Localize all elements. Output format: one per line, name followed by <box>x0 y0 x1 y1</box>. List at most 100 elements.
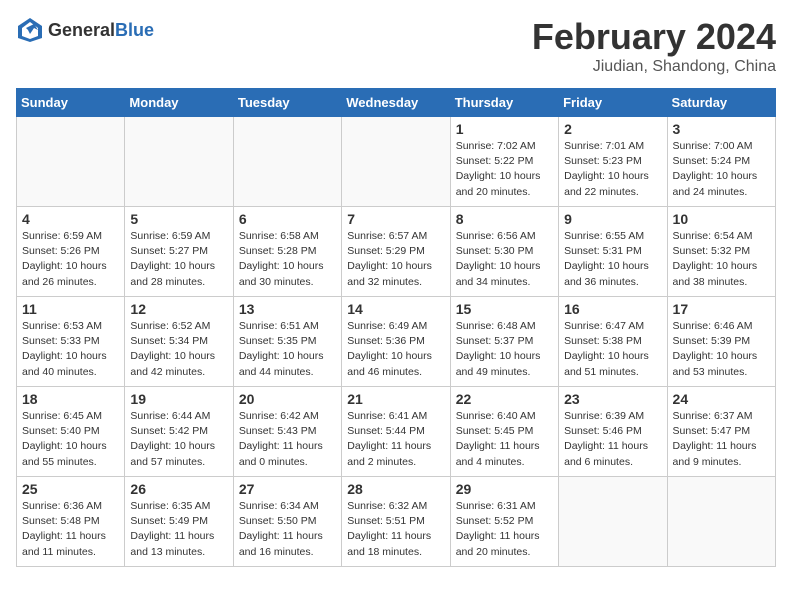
day-info: Sunrise: 6:45 AM Sunset: 5:40 PM Dayligh… <box>22 409 119 470</box>
calendar-cell: 5 Sunrise: 6:59 AM Sunset: 5:27 PM Daylig… <box>125 207 233 297</box>
day-info: Sunrise: 6:56 AM Sunset: 5:30 PM Dayligh… <box>456 229 553 290</box>
calendar-cell: 25Sunrise: 6:36 AM Sunset: 5:48 PM Dayli… <box>17 477 125 567</box>
day-number: 29 <box>456 481 553 497</box>
calendar-cell: 28 Sunrise: 6:32 AM Sunset: 5:51 PM Dayli… <box>342 477 450 567</box>
day-number: 6 <box>239 211 336 227</box>
day-number: 4 <box>22 211 119 227</box>
calendar-cell: 1 Sunrise: 7:02 AM Sunset: 5:22 PM Daylig… <box>450 117 558 207</box>
day-number: 25 <box>22 481 119 497</box>
calendar-cell: 7 Sunrise: 6:57 AM Sunset: 5:29 PM Daylig… <box>342 207 450 297</box>
calendar-cell <box>342 117 450 207</box>
calendar-cell <box>233 117 341 207</box>
day-info: Sunrise: 6:32 AM Sunset: 5:51 PM Dayligh… <box>347 499 444 560</box>
calendar-cell: 20Sunrise: 6:42 AM Sunset: 5:43 PM Dayli… <box>233 387 341 477</box>
calendar-cell: 22 Sunrise: 6:40 AM Sunset: 5:45 PM Dayli… <box>450 387 558 477</box>
calendar-cell <box>17 117 125 207</box>
day-info: Sunrise: 6:55 AM Sunset: 5:31 PM Dayligh… <box>564 229 661 290</box>
calendar-cell <box>667 477 775 567</box>
calendar-cell: 17Sunrise: 6:46 AM Sunset: 5:39 PM Dayli… <box>667 297 775 387</box>
day-number: 13 <box>239 301 336 317</box>
day-number: 8 <box>456 211 553 227</box>
day-number: 16 <box>564 301 661 317</box>
subtitle: Jiudian, Shandong, China <box>532 58 776 76</box>
calendar-cell: 18 Sunrise: 6:45 AM Sunset: 5:40 PM Dayli… <box>17 387 125 477</box>
calendar-cell: 16 Sunrise: 6:47 AM Sunset: 5:38 PM Dayli… <box>559 297 667 387</box>
day-number: 1 <box>456 121 553 137</box>
calendar-cell: 11Sunrise: 6:53 AM Sunset: 5:33 PM Dayli… <box>17 297 125 387</box>
col-saturday: Saturday <box>667 89 775 117</box>
col-thursday: Thursday <box>450 89 558 117</box>
day-number: 22 <box>456 391 553 407</box>
day-info: Sunrise: 7:02 AM Sunset: 5:22 PM Dayligh… <box>456 139 553 200</box>
day-number: 19 <box>130 391 227 407</box>
calendar-cell: 27 Sunrise: 6:34 AM Sunset: 5:50 PM Dayli… <box>233 477 341 567</box>
day-number: 17 <box>673 301 770 317</box>
day-number: 26 <box>130 481 227 497</box>
calendar-cell <box>559 477 667 567</box>
calendar-cell: 13Sunrise: 6:51 AM Sunset: 5:35 PM Dayli… <box>233 297 341 387</box>
title-area: February 2024 Jiudian, Shandong, China <box>532 16 776 76</box>
calendar-cell <box>125 117 233 207</box>
day-number: 27 <box>239 481 336 497</box>
calendar-cell: 26Sunrise: 6:35 AM Sunset: 5:49 PM Dayli… <box>125 477 233 567</box>
calendar-week-2: 4 Sunrise: 6:59 AM Sunset: 5:26 PM Daylig… <box>17 207 776 297</box>
calendar-cell: 15 Sunrise: 6:48 AM Sunset: 5:37 PM Dayli… <box>450 297 558 387</box>
day-info: Sunrise: 6:47 AM Sunset: 5:38 PM Dayligh… <box>564 319 661 380</box>
day-info: Sunrise: 6:57 AM Sunset: 5:29 PM Dayligh… <box>347 229 444 290</box>
calendar-cell: 29 Sunrise: 6:31 AM Sunset: 5:52 PM Dayli… <box>450 477 558 567</box>
calendar-cell: 8 Sunrise: 6:56 AM Sunset: 5:30 PM Daylig… <box>450 207 558 297</box>
day-number: 12 <box>130 301 227 317</box>
day-info: Sunrise: 7:00 AM Sunset: 5:24 PM Dayligh… <box>673 139 770 200</box>
day-info: Sunrise: 6:52 AM Sunset: 5:34 PM Dayligh… <box>130 319 227 380</box>
col-tuesday: Tuesday <box>233 89 341 117</box>
day-number: 28 <box>347 481 444 497</box>
day-info: Sunrise: 6:41 AM Sunset: 5:44 PM Dayligh… <box>347 409 444 470</box>
day-info: Sunrise: 7:01 AM Sunset: 5:23 PM Dayligh… <box>564 139 661 200</box>
calendar-cell: 4 Sunrise: 6:59 AM Sunset: 5:26 PM Daylig… <box>17 207 125 297</box>
day-info: Sunrise: 6:31 AM Sunset: 5:52 PM Dayligh… <box>456 499 553 560</box>
calendar-cell: 14 Sunrise: 6:49 AM Sunset: 5:36 PM Dayli… <box>342 297 450 387</box>
day-info: Sunrise: 6:58 AM Sunset: 5:28 PM Dayligh… <box>239 229 336 290</box>
day-number: 3 <box>673 121 770 137</box>
calendar-week-4: 18 Sunrise: 6:45 AM Sunset: 5:40 PM Dayli… <box>17 387 776 477</box>
calendar-table: Sunday Monday Tuesday Wednesday Thursday… <box>16 88 776 567</box>
logo-general: General <box>48 20 115 40</box>
day-info: Sunrise: 6:44 AM Sunset: 5:42 PM Dayligh… <box>130 409 227 470</box>
calendar-cell: 10Sunrise: 6:54 AM Sunset: 5:32 PM Dayli… <box>667 207 775 297</box>
day-info: Sunrise: 6:34 AM Sunset: 5:50 PM Dayligh… <box>239 499 336 560</box>
day-number: 7 <box>347 211 444 227</box>
calendar-cell: 19 Sunrise: 6:44 AM Sunset: 5:42 PM Dayli… <box>125 387 233 477</box>
month-title: February 2024 <box>532 16 776 58</box>
day-number: 23 <box>564 391 661 407</box>
day-info: Sunrise: 6:59 AM Sunset: 5:26 PM Dayligh… <box>22 229 119 290</box>
calendar-cell: 23 Sunrise: 6:39 AM Sunset: 5:46 PM Dayli… <box>559 387 667 477</box>
day-info: Sunrise: 6:48 AM Sunset: 5:37 PM Dayligh… <box>456 319 553 380</box>
day-info: Sunrise: 6:49 AM Sunset: 5:36 PM Dayligh… <box>347 319 444 380</box>
calendar-week-1: 1 Sunrise: 7:02 AM Sunset: 5:22 PM Daylig… <box>17 117 776 207</box>
calendar-cell: 2 Sunrise: 7:01 AM Sunset: 5:23 PM Daylig… <box>559 117 667 207</box>
day-number: 2 <box>564 121 661 137</box>
day-number: 24 <box>673 391 770 407</box>
calendar-cell: 21 Sunrise: 6:41 AM Sunset: 5:44 PM Dayli… <box>342 387 450 477</box>
header: GeneralBlue February 2024 Jiudian, Shand… <box>16 16 776 76</box>
logo-text: GeneralBlue <box>48 20 154 41</box>
day-info: Sunrise: 6:59 AM Sunset: 5:27 PM Dayligh… <box>130 229 227 290</box>
day-number: 14 <box>347 301 444 317</box>
header-row: Sunday Monday Tuesday Wednesday Thursday… <box>17 89 776 117</box>
logo-icon <box>16 16 44 44</box>
day-info: Sunrise: 6:54 AM Sunset: 5:32 PM Dayligh… <box>673 229 770 290</box>
day-number: 21 <box>347 391 444 407</box>
calendar-week-3: 11Sunrise: 6:53 AM Sunset: 5:33 PM Dayli… <box>17 297 776 387</box>
day-number: 5 <box>130 211 227 227</box>
col-wednesday: Wednesday <box>342 89 450 117</box>
day-info: Sunrise: 6:37 AM Sunset: 5:47 PM Dayligh… <box>673 409 770 470</box>
day-number: 15 <box>456 301 553 317</box>
calendar-cell: 12 Sunrise: 6:52 AM Sunset: 5:34 PM Dayli… <box>125 297 233 387</box>
day-info: Sunrise: 6:42 AM Sunset: 5:43 PM Dayligh… <box>239 409 336 470</box>
day-info: Sunrise: 6:40 AM Sunset: 5:45 PM Dayligh… <box>456 409 553 470</box>
day-number: 11 <box>22 301 119 317</box>
calendar-week-5: 25Sunrise: 6:36 AM Sunset: 5:48 PM Dayli… <box>17 477 776 567</box>
day-info: Sunrise: 6:39 AM Sunset: 5:46 PM Dayligh… <box>564 409 661 470</box>
day-number: 18 <box>22 391 119 407</box>
calendar-cell: 6 Sunrise: 6:58 AM Sunset: 5:28 PM Daylig… <box>233 207 341 297</box>
